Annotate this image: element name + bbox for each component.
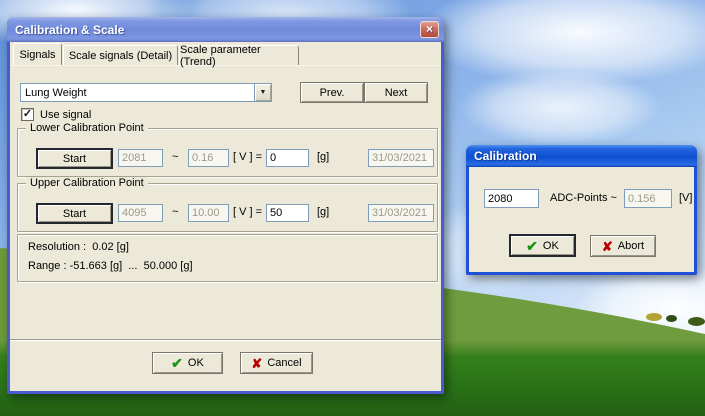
chevron-down-icon: ▼: [259, 89, 267, 96]
cancel-button[interactable]: ✘ Cancel: [240, 352, 313, 374]
lower-value-field[interactable]: [266, 149, 309, 167]
lower-volt-equals-label: [ V ] =: [233, 151, 263, 163]
upper-unit-label: [g]: [317, 206, 330, 218]
tab-label: Signals: [19, 48, 56, 61]
ok-button[interactable]: ✔ OK: [152, 352, 223, 374]
signal-select-value: Lung Weight: [25, 86, 87, 99]
close-icon: ×: [425, 22, 433, 36]
resolution-info-box: Resolution : 0.02 [g] Range : -51.663 [g…: [17, 234, 438, 282]
range-text: Range : -51.663 [g] ... 50.000 [g]: [28, 260, 193, 272]
prev-button[interactable]: Prev.: [300, 82, 364, 103]
lower-tilde-label: ~: [172, 151, 179, 163]
lower-unit-label: [g]: [317, 151, 330, 163]
upper-volt-equals-label: [ V ] =: [233, 206, 263, 218]
lower-calibration-group: Lower Calibration Point Start ~ [ V ] = …: [17, 122, 438, 177]
use-signal-checkbox[interactable]: ✓: [21, 108, 34, 121]
bush: [688, 317, 705, 326]
next-button[interactable]: Next: [364, 82, 428, 103]
cross-icon: ✘: [601, 238, 613, 254]
calibration-ok-button[interactable]: ✔ OK: [509, 234, 576, 257]
next-label: Next: [384, 86, 408, 99]
upper-volt-field[interactable]: [188, 204, 229, 222]
calibration-scale-window: Calibration & Scale × Signals Scale sign…: [7, 17, 444, 394]
dialog-body: Signals Scale signals (Detail) Scale par…: [10, 42, 441, 391]
calibration-titlebar[interactable]: Calibration: [466, 145, 697, 167]
upper-adc-field[interactable]: [118, 204, 163, 222]
upper-start-button[interactable]: Start: [36, 203, 113, 224]
tab-scale-signals-detail[interactable]: Scale signals (Detail): [63, 45, 178, 65]
adc-points-field[interactable]: [484, 189, 539, 208]
upper-calibration-group: Upper Calibration Point Start ~ [ V ] = …: [17, 177, 438, 232]
volt-unit-label: [V]: [679, 192, 693, 204]
lower-start-button[interactable]: Start: [36, 148, 113, 169]
lower-volt-field[interactable]: [188, 149, 229, 167]
cancel-label: Cancel: [267, 357, 302, 369]
ok-label: OK: [187, 357, 204, 369]
tab-signals[interactable]: Signals: [13, 43, 62, 65]
lower-group-title: Lower Calibration Point: [26, 122, 148, 134]
calibration-abort-button[interactable]: ✘ Abort: [590, 235, 656, 257]
check-icon: ✔: [526, 237, 538, 254]
window-title: Calibration & Scale: [15, 22, 125, 37]
lower-adc-field[interactable]: [118, 149, 163, 167]
upper-group-title: Upper Calibration Point: [26, 177, 148, 189]
lower-date-field[interactable]: [368, 149, 434, 167]
dropdown-button[interactable]: ▼: [254, 84, 271, 101]
resolution-text: Resolution : 0.02 [g]: [28, 241, 129, 253]
bush: [666, 315, 677, 322]
close-button[interactable]: ×: [420, 21, 439, 38]
upper-date-field[interactable]: [368, 204, 434, 222]
tab-scale-parameter-trend[interactable]: Scale parameter (Trend): [179, 43, 299, 68]
start-label: Start: [62, 207, 87, 220]
check-icon: ✓: [22, 107, 33, 120]
button-divider: [10, 339, 441, 341]
signal-select[interactable]: Lung Weight ▼: [20, 83, 272, 102]
tab-label: Scale parameter (Trend): [180, 43, 261, 68]
ok-label: OK: [542, 239, 559, 252]
dialog-body: ADC-Points ~ [V] ✔ OK ✘ Abort: [469, 167, 694, 269]
calibration-scale-titlebar[interactable]: Calibration & Scale ×: [7, 17, 444, 42]
prev-label: Prev.: [319, 86, 345, 99]
tab-label: Scale signals (Detail): [68, 49, 173, 62]
bush: [646, 313, 662, 321]
cross-icon: ✘: [251, 355, 263, 371]
adc-points-label: ADC-Points ~: [550, 192, 617, 204]
abort-label: Abort: [617, 240, 645, 252]
upper-tilde-label: ~: [172, 206, 179, 218]
volt-field[interactable]: [624, 189, 672, 208]
window-title: Calibration: [474, 149, 537, 163]
check-icon: ✔: [171, 355, 183, 371]
start-label: Start: [62, 152, 87, 165]
use-signal-label: Use signal: [40, 109, 92, 121]
calibration-window: Calibration ADC-Points ~ [V] ✔ OK ✘ Abor…: [466, 145, 697, 275]
upper-value-field[interactable]: [266, 204, 309, 222]
